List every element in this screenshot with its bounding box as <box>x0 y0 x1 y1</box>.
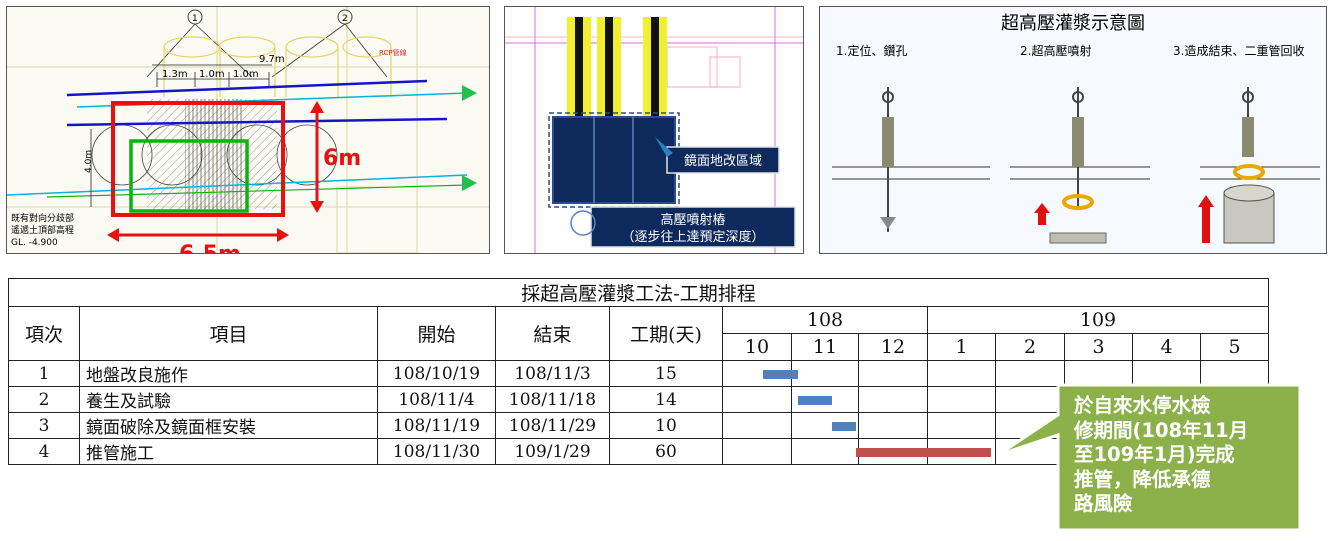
width-dimension: 6.5m <box>179 242 241 253</box>
year-header: 109 <box>927 306 1269 334</box>
plan-drawing: 1 2 9.7m 1.3m 1.0m 1.0m RCP管線 6m 4.0m 既有… <box>7 7 489 253</box>
process-diagram-panel: 超高壓灌漿示意圖 1.定位、鑽孔 2.超高壓噴射 3.造成結束、二重管回收 <box>819 6 1327 254</box>
process-diagram: 超高壓灌漿示意圖 1.定位、鑽孔 2.超高壓噴射 3.造成結束、二重管回收 <box>832 13 1320 244</box>
header-item: 項目 <box>79 306 378 361</box>
rcp-label: RCP管線 <box>379 48 407 57</box>
pile-callout-line1: 高壓噴射樁 <box>660 212 725 228</box>
row-item: 養生及試驗 <box>79 386 378 413</box>
row-start: 108/11/4 <box>377 386 496 413</box>
row-duration: 10 <box>609 412 723 439</box>
dimension-total: 9.7m <box>259 54 285 65</box>
month-header: 4 <box>1132 333 1201 361</box>
depth-dimension: 6m <box>323 146 361 171</box>
risk-callout-text: 於自來水停水檢 修期間(108年11月 至109年1月)完成 推管，降低承德 路… <box>1074 394 1249 515</box>
month-header: 1 <box>927 333 996 361</box>
note-1: 既有對向分歧部 <box>11 212 74 224</box>
diagram-title: 超高壓灌漿示意圖 <box>1001 13 1145 34</box>
row-no: 3 <box>8 412 80 439</box>
year-header: 108 <box>722 306 928 334</box>
row-no: 1 <box>8 360 80 387</box>
month-header: 11 <box>791 333 859 361</box>
step-3-label: 3.造成結束、二重管回收 <box>1173 43 1304 58</box>
row-duration: 60 <box>609 438 723 465</box>
header-end: 結束 <box>495 306 610 361</box>
row-end: 108/11/3 <box>495 360 610 387</box>
month-header: 5 <box>1200 333 1269 361</box>
row-end: 108/11/29 <box>495 412 610 439</box>
row-duration: 14 <box>609 386 723 413</box>
circle-label-1: 1 <box>192 14 198 24</box>
step-1-label: 1.定位、鑽孔 <box>836 43 907 58</box>
row-no: 4 <box>8 438 80 465</box>
circle-label-2: 2 <box>342 14 348 24</box>
grouting-zone-panel: 鏡面地改區域 高壓噴射樁 （逐步往上達預定深度） <box>504 6 804 254</box>
row-start: 108/10/19 <box>377 360 496 387</box>
note-2: 遙遞土頂部高程 <box>11 224 74 236</box>
month-header: 10 <box>722 333 792 361</box>
month-header: 12 <box>858 333 928 361</box>
note-3: GL. -4.900 <box>11 238 58 248</box>
header-duration: 工期(天) <box>609 306 723 361</box>
zone-callout-label: 鏡面地改區域 <box>684 154 762 169</box>
dimension-3: 1.0m <box>233 69 259 80</box>
grouting-zone-drawing: 鏡面地改區域 高壓噴射樁 （逐步往上達預定深度） <box>505 7 803 253</box>
row-no: 2 <box>8 386 80 413</box>
row-item: 推管施工 <box>79 438 378 465</box>
row-item: 地盤改良施作 <box>79 360 378 387</box>
pile-callout-line2: （逐步往上達預定深度） <box>621 229 764 245</box>
side-dimension: 4.0m <box>84 150 94 173</box>
schedule-title: 採超高壓灌漿工法-工期排程 <box>8 278 1269 307</box>
row-start: 108/11/30 <box>377 438 496 465</box>
month-header: 3 <box>1064 333 1133 361</box>
row-duration: 15 <box>609 360 723 387</box>
table-row: 1 地盤改良施作 108/10/19 108/11/3 15 <box>8 360 1269 387</box>
row-end: 108/11/18 <box>495 386 610 413</box>
header-start: 開始 <box>377 306 496 361</box>
dimension-2: 1.0m <box>199 69 225 80</box>
month-header: 2 <box>995 333 1065 361</box>
plan-drawing-panel: 1 2 9.7m 1.3m 1.0m 1.0m RCP管線 6m 4.0m 既有… <box>6 6 490 254</box>
step-2-label: 2.超高壓噴射 <box>1020 43 1091 58</box>
dimension-1: 1.3m <box>162 69 188 80</box>
row-start: 108/11/19 <box>377 412 496 439</box>
row-end: 109/1/29 <box>495 438 610 465</box>
row-item: 鏡面破除及鏡面框安裝 <box>79 412 378 439</box>
header-no: 項次 <box>8 306 80 361</box>
